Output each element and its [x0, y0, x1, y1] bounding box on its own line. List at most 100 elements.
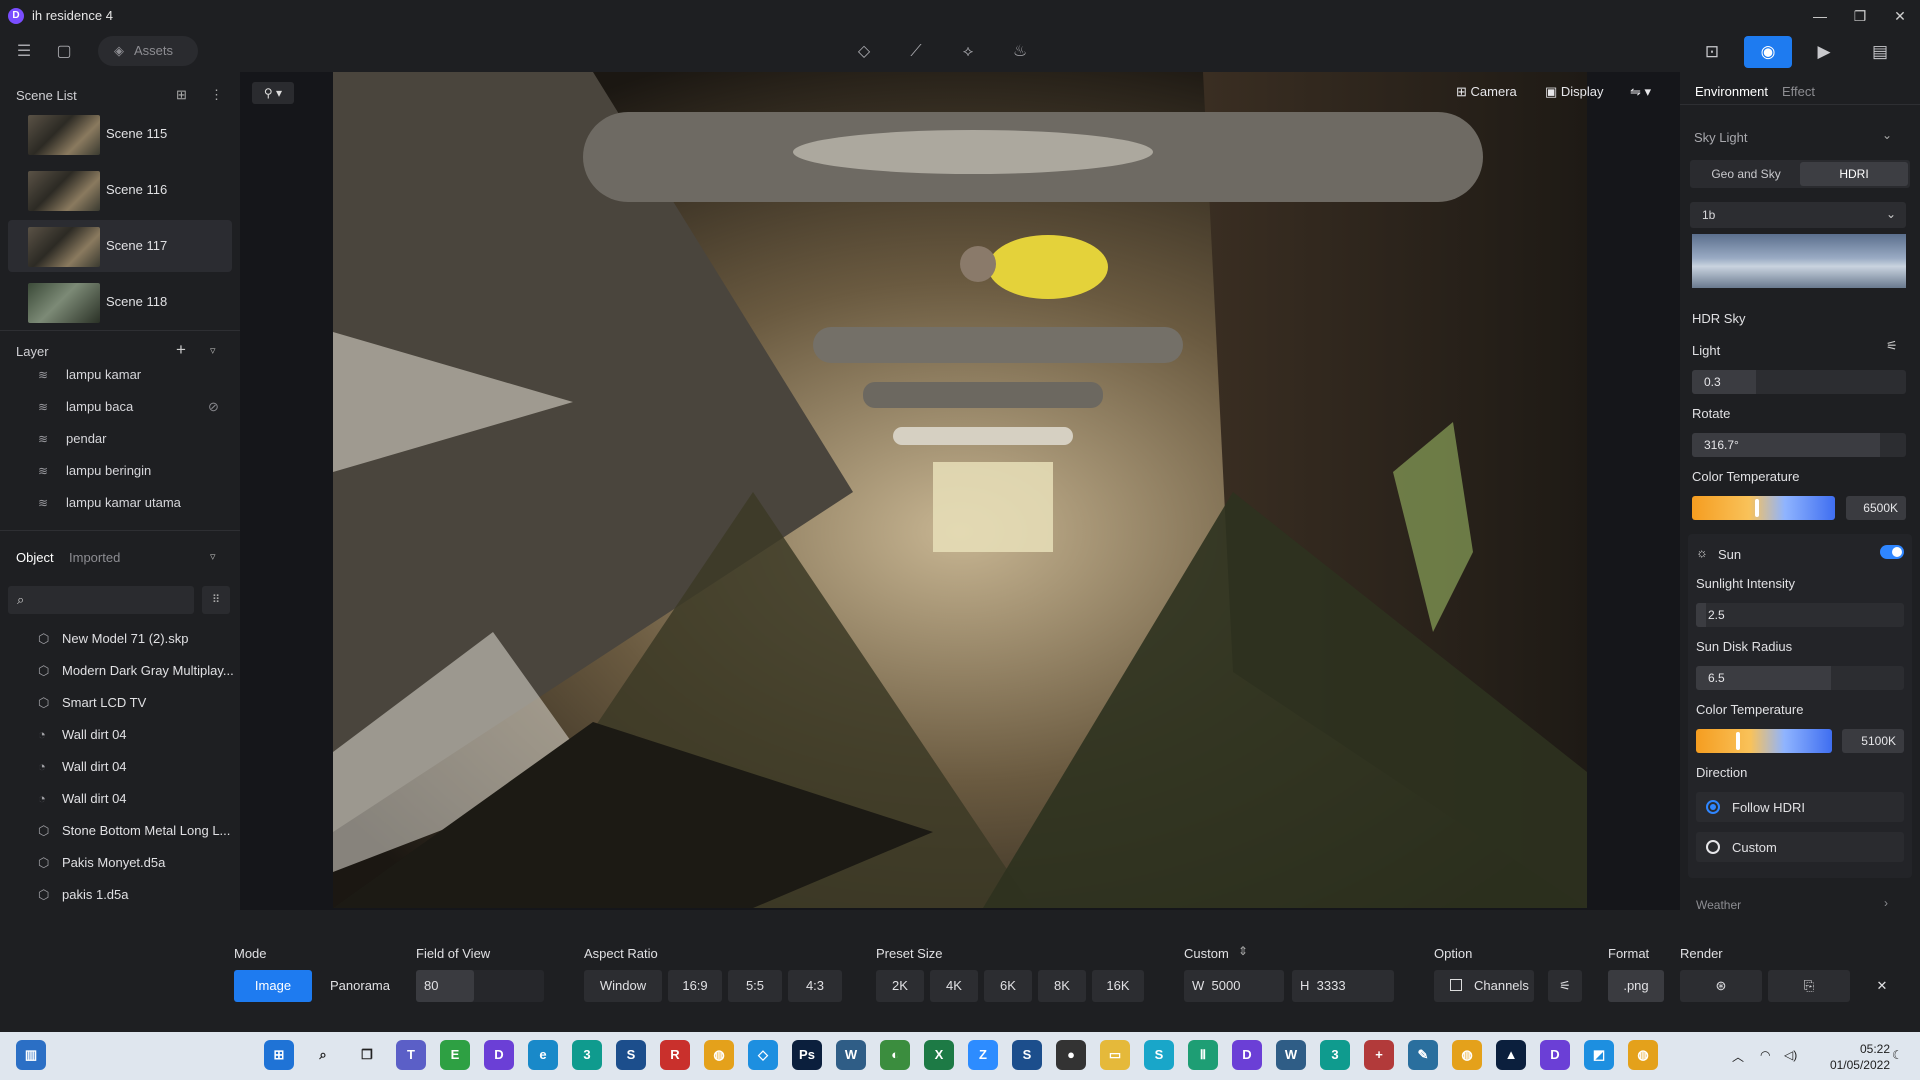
- dwg-icon[interactable]: W: [1276, 1040, 1306, 1070]
- menu-icon[interactable]: ☰: [10, 38, 38, 66]
- geo-and-sky-button[interactable]: Geo and Sky: [1692, 162, 1800, 186]
- layer-item[interactable]: ≋ lampu kamar: [38, 368, 230, 388]
- layer-item[interactable]: ≋ lampu kamar utama: [38, 490, 230, 516]
- object-item[interactable]: ⬡ Stone Bottom Metal Long L...: [38, 816, 238, 846]
- preset-8k-button[interactable]: 8K: [1038, 970, 1086, 1002]
- scene-item[interactable]: Scene 116: [8, 164, 232, 216]
- aspect-16-9-button[interactable]: 16:9: [668, 970, 722, 1002]
- close-render-button[interactable]: ✕: [1856, 970, 1908, 1002]
- tab-photo-camera[interactable]: ◉: [1744, 36, 1792, 68]
- sun-disk-radius-slider[interactable]: 6.5: [1696, 666, 1904, 690]
- app-icon[interactable]: ▲: [1496, 1040, 1526, 1070]
- height-input[interactable]: H 3333: [1292, 970, 1394, 1002]
- hdri-preview-image[interactable]: [1692, 234, 1906, 288]
- chevron-down-icon[interactable]: ⌄: [1882, 128, 1892, 142]
- object-item[interactable]: ⬡ Smart LCD TV: [38, 688, 238, 718]
- preset-4k-button[interactable]: 4K: [930, 970, 978, 1002]
- app-icon[interactable]: ✎: [1408, 1040, 1438, 1070]
- layer-item[interactable]: ≋ lampu baca ⊘: [38, 394, 230, 420]
- hidden-eye-icon[interactable]: ⊘: [208, 394, 219, 420]
- tab-effect[interactable]: Effect: [1782, 84, 1815, 99]
- aspect-4-3-button[interactable]: 4:3: [788, 970, 842, 1002]
- widgets-icon[interactable]: ▥: [16, 1040, 46, 1070]
- settings-sliders-icon[interactable]: ⚟: [1886, 338, 1898, 354]
- preset-16k-button[interactable]: 16K: [1092, 970, 1144, 1002]
- ruby-icon[interactable]: R: [660, 1040, 690, 1070]
- format-select[interactable]: .png: [1608, 970, 1664, 1002]
- d5-render-icon[interactable]: D: [484, 1040, 514, 1070]
- object-item[interactable]: ◔ Wall dirt 04: [38, 720, 238, 750]
- d5-render-icon[interactable]: D: [1232, 1040, 1262, 1070]
- color-temp-value[interactable]: 6500K: [1846, 496, 1906, 520]
- object-item[interactable]: ⬡ Modern Dark Gray Multiplay...: [38, 656, 238, 686]
- chrome-icon[interactable]: ◍: [1452, 1040, 1482, 1070]
- render-viewport-image[interactable]: [333, 72, 1587, 908]
- fire-tool-icon[interactable]: ♨: [1006, 38, 1034, 66]
- sunlight-intensity-slider[interactable]: 2.5: [1696, 603, 1904, 627]
- sun-toggle[interactable]: [1880, 545, 1904, 559]
- start-menu-icon[interactable]: ⊞: [264, 1040, 294, 1070]
- sketchup-icon[interactable]: S: [1012, 1040, 1042, 1070]
- sun-color-temp-slider[interactable]: [1696, 729, 1832, 753]
- aspect-5-5-button[interactable]: 5:5: [728, 970, 782, 1002]
- clock-date[interactable]: 01/05/2022: [1814, 1058, 1890, 1072]
- file-icon[interactable]: ▢: [50, 38, 78, 66]
- search-icon[interactable]: ⌕: [308, 1040, 338, 1070]
- light-slider[interactable]: 0.3: [1692, 370, 1906, 394]
- close-window-button[interactable]: ✕: [1890, 6, 1910, 26]
- app-icon[interactable]: 3: [1320, 1040, 1350, 1070]
- add-layer-icon[interactable]: +: [176, 340, 186, 360]
- task-view-icon[interactable]: ❐: [352, 1040, 382, 1070]
- layer-item[interactable]: ≋ lampu beringin: [38, 458, 230, 484]
- photoshop-icon[interactable]: Ps: [792, 1040, 822, 1070]
- preset-2k-button[interactable]: 2K: [876, 970, 924, 1002]
- tab-environment[interactable]: Environment: [1695, 84, 1768, 99]
- teams-icon[interactable]: T: [396, 1040, 426, 1070]
- app-icon[interactable]: 3: [572, 1040, 602, 1070]
- object-item[interactable]: ◔ Wall dirt 04: [38, 784, 238, 814]
- slider-knob[interactable]: [1736, 732, 1740, 750]
- add-scene-icon[interactable]: ⊞: [176, 87, 187, 103]
- assets-button[interactable]: ◈ Assets: [98, 36, 198, 66]
- app-icon[interactable]: ◩: [1584, 1040, 1614, 1070]
- display-button[interactable]: ▣ Display: [1545, 82, 1604, 102]
- wifi-icon[interactable]: ◠: [1760, 1048, 1770, 1062]
- object-item[interactable]: ⬡ pakis 1.d5a: [38, 880, 238, 910]
- chrome-icon[interactable]: ◍: [1628, 1040, 1658, 1070]
- scene-item-selected[interactable]: Scene 117: [8, 220, 232, 272]
- evernote-icon[interactable]: E: [440, 1040, 470, 1070]
- tab-video-camera[interactable]: ▶: [1800, 36, 1848, 68]
- app-icon[interactable]: Ⅱ: [1188, 1040, 1218, 1070]
- zoom-icon[interactable]: Z: [968, 1040, 998, 1070]
- object-item[interactable]: ⬡ Pakis Monyet.d5a: [38, 848, 238, 878]
- sun-color-temp-value[interactable]: 5100K: [1842, 729, 1904, 753]
- restore-button[interactable]: ❐: [1850, 6, 1870, 26]
- more-icon[interactable]: ⋮: [210, 87, 223, 103]
- custom-direction-option[interactable]: [1696, 832, 1904, 862]
- focus-moon-icon[interactable]: ☾: [1892, 1048, 1903, 1062]
- slider-knob[interactable]: [1755, 499, 1759, 517]
- edge-icon[interactable]: e: [528, 1040, 558, 1070]
- app-icon[interactable]: S: [1144, 1040, 1174, 1070]
- tray-chevron-icon[interactable]: ︿: [1732, 1048, 1744, 1065]
- camera-button[interactable]: ⊞ Camera: [1456, 82, 1517, 102]
- layer-item[interactable]: ≋ pendar: [38, 426, 230, 452]
- follow-hdri-radio[interactable]: [1706, 800, 1720, 814]
- channels-button[interactable]: Channels: [1434, 970, 1534, 1002]
- render-image-button[interactable]: ⊛: [1680, 970, 1762, 1002]
- field-of-view-input[interactable]: 80: [416, 970, 544, 1002]
- color-temp-slider[interactable]: [1692, 496, 1835, 520]
- hdri-select[interactable]: 1b ⌄: [1690, 202, 1906, 228]
- channel-settings-icon[interactable]: ⚟: [1548, 970, 1582, 1002]
- scene-item[interactable]: Scene 118: [8, 276, 232, 328]
- filter-icon[interactable]: ▿: [210, 344, 216, 357]
- chrome-icon[interactable]: ◍: [704, 1040, 734, 1070]
- tab-gallery[interactable]: ▤: [1856, 36, 1904, 68]
- width-input[interactable]: W 5000: [1184, 970, 1284, 1002]
- mode-panorama-button[interactable]: Panorama: [320, 970, 400, 1002]
- volume-icon[interactable]: ◁): [1784, 1048, 1797, 1062]
- link-ratio-icon[interactable]: ⇕: [1238, 944, 1248, 958]
- photos-icon[interactable]: ◇: [748, 1040, 778, 1070]
- maps-icon[interactable]: ◐: [880, 1040, 910, 1070]
- sketchup-icon[interactable]: S: [616, 1040, 646, 1070]
